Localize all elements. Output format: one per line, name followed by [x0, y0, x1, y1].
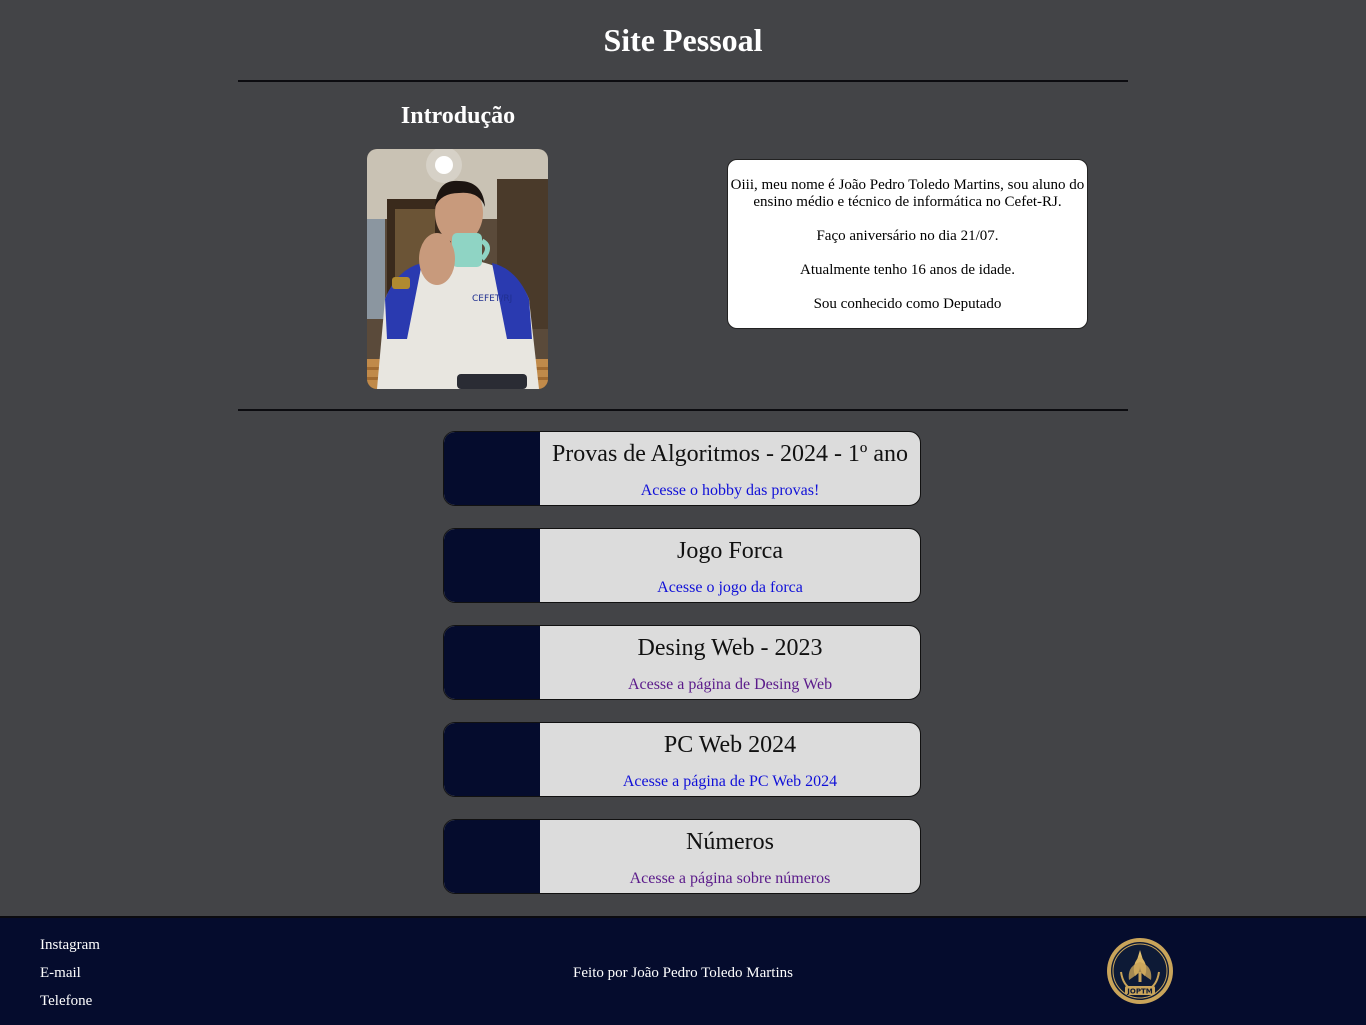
card-link[interactable]: Acesse o hobby das provas!	[540, 482, 920, 500]
card-numeros: Números Acesse a página sobre números	[443, 819, 921, 894]
card-link[interactable]: Acesse a página de Desing Web	[540, 676, 920, 694]
card-title: Números	[686, 829, 774, 855]
card-title: PC Web 2024	[663, 732, 797, 758]
footer-link-telefone[interactable]: Telefone	[40, 992, 92, 1010]
svg-text:CEFET/RJ: CEFET/RJ	[472, 294, 512, 304]
card-title: Jogo Forca	[677, 538, 783, 564]
footer: Instagram E-mail Telefone Feito por João…	[0, 916, 1366, 1025]
bio-paragraph: Sou conhecido como Deputado	[813, 296, 1002, 312]
card-link[interactable]: Acesse a página de PC Web 2024	[540, 773, 920, 791]
card-strip	[444, 626, 540, 699]
card-jogo-forca: Jogo Forca Acesse o jogo da forca	[443, 528, 921, 603]
joptm-logo: JOPTM	[1105, 936, 1175, 1006]
card-strip	[444, 529, 540, 602]
bio-paragraph: Atualmente tenho 16 anos de idade.	[800, 262, 1015, 278]
bio-paragraph: Faço aniversário no dia 21/07.	[816, 228, 999, 244]
profile-photo: CEFET/RJ	[367, 149, 548, 389]
bio-box: Oiii, meu nome é João Pedro Toledo Marti…	[727, 159, 1088, 329]
footer-link-instagram[interactable]: Instagram	[40, 936, 100, 954]
top-divider	[238, 80, 1128, 82]
card-title: Desing Web - 2023	[637, 635, 823, 661]
card-strip	[444, 432, 540, 505]
svg-text:JOPTM: JOPTM	[1126, 988, 1152, 996]
card-link[interactable]: Acesse a página sobre números	[540, 870, 920, 888]
card-pc-web: PC Web 2024 Acesse a página de PC Web 20…	[443, 722, 921, 797]
card-strip	[444, 723, 540, 796]
card-provas-algoritmos: Provas de Algoritmos - 2024 - 1º ano Ace…	[443, 431, 921, 506]
bottom-divider	[238, 409, 1128, 411]
card-link[interactable]: Acesse o jogo da forca	[540, 579, 920, 597]
card-desing-web: Desing Web - 2023 Acesse a página de Des…	[443, 625, 921, 700]
card-strip	[444, 820, 540, 893]
intro-heading: Introdução	[400, 103, 516, 129]
card-title: Provas de Algoritmos - 2024 - 1º ano	[551, 441, 909, 467]
page-title: Site Pessoal	[603, 22, 763, 58]
bio-paragraph: Oiii, meu nome é João Pedro Toledo Marti…	[730, 177, 1085, 210]
